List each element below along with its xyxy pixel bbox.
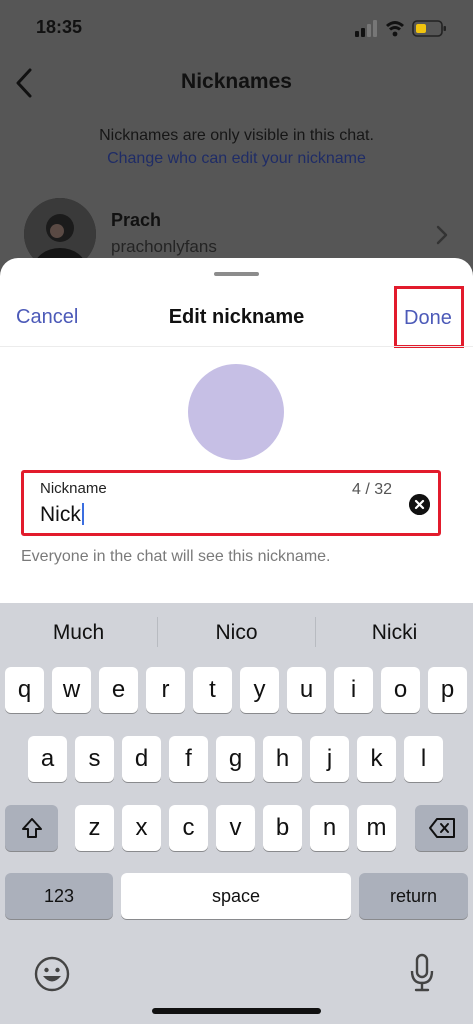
- home-indicator: [152, 1008, 321, 1014]
- microphone-icon[interactable]: [408, 953, 436, 993]
- key[interactable]: m: [357, 805, 396, 851]
- suggestion-1[interactable]: Much: [0, 621, 157, 645]
- page-title: Nicknames: [181, 70, 292, 93]
- nickname-field-label: Nickname: [40, 480, 107, 497]
- status-icons: [355, 20, 446, 37]
- key[interactable]: v: [216, 805, 255, 851]
- key[interactable]: o: [381, 667, 420, 713]
- key[interactable]: a: [28, 736, 67, 782]
- background-screen: 18:35 Nicknames Nicknames are only visib…: [0, 0, 473, 290]
- keyboard: Much Nico Nicki q w e r t y u i o p a s …: [0, 603, 473, 1024]
- info-text: Nicknames are only visible in this chat.: [99, 127, 374, 144]
- key[interactable]: g: [216, 736, 255, 782]
- key[interactable]: f: [169, 736, 208, 782]
- space-key[interactable]: space: [121, 873, 351, 919]
- key[interactable]: y: [240, 667, 279, 713]
- key[interactable]: z: [75, 805, 114, 851]
- cellular-signal-icon: [355, 20, 377, 37]
- numbers-key[interactable]: 123: [5, 873, 113, 919]
- key[interactable]: j: [310, 736, 349, 782]
- member-name[interactable]: Prach: [111, 210, 161, 231]
- key[interactable]: d: [122, 736, 161, 782]
- key[interactable]: b: [263, 805, 302, 851]
- backspace-icon: [428, 818, 455, 838]
- wifi-icon: [386, 21, 404, 37]
- clear-icon[interactable]: [409, 494, 430, 515]
- nickname-input-value: Nick: [40, 503, 81, 526]
- nickname-help-text: Everyone in the chat will see this nickn…: [21, 548, 331, 565]
- key[interactable]: c: [169, 805, 208, 851]
- key[interactable]: k: [357, 736, 396, 782]
- edit-nickname-sheet: Cancel Edit nickname Done Nickname 4 / 3…: [0, 258, 473, 603]
- key[interactable]: x: [122, 805, 161, 851]
- key[interactable]: h: [263, 736, 302, 782]
- key[interactable]: w: [52, 667, 91, 713]
- done-button[interactable]: Done: [404, 307, 452, 330]
- key[interactable]: r: [146, 667, 185, 713]
- nickname-field[interactable]: Nickname 4 / 32 Nick: [21, 470, 441, 536]
- key[interactable]: i: [334, 667, 373, 713]
- status-bar: 18:35: [0, 0, 473, 56]
- emoji-icon[interactable]: [33, 955, 71, 993]
- shift-key[interactable]: [5, 805, 58, 851]
- shift-icon: [21, 818, 42, 838]
- status-time: 18:35: [36, 17, 83, 37]
- key[interactable]: t: [193, 667, 232, 713]
- return-key[interactable]: return: [359, 873, 468, 919]
- key[interactable]: q: [5, 667, 44, 713]
- key[interactable]: l: [404, 736, 443, 782]
- sheet-divider: [0, 346, 473, 347]
- nickname-avatar: [188, 364, 284, 460]
- key[interactable]: e: [99, 667, 138, 713]
- key[interactable]: u: [287, 667, 326, 713]
- edit-permission-link[interactable]: Change who can edit your nickname: [0, 150, 473, 168]
- key[interactable]: p: [428, 667, 467, 713]
- key[interactable]: n: [310, 805, 349, 851]
- backspace-key[interactable]: [415, 805, 468, 851]
- text-cursor: [81, 503, 84, 525]
- key[interactable]: s: [75, 736, 114, 782]
- character-counter: 4 / 32: [351, 481, 392, 498]
- battery-icon: [412, 20, 446, 37]
- nickname-input[interactable]: Nick: [40, 503, 84, 527]
- suggestion-3[interactable]: Nicki: [316, 621, 473, 645]
- done-highlight-box: Done: [394, 286, 464, 348]
- suggestion-2[interactable]: Nico: [158, 621, 315, 645]
- sheet-grabber[interactable]: [214, 272, 259, 276]
- chevron-right-icon[interactable]: [434, 224, 450, 246]
- member-handle: prachonlyfans: [111, 237, 217, 256]
